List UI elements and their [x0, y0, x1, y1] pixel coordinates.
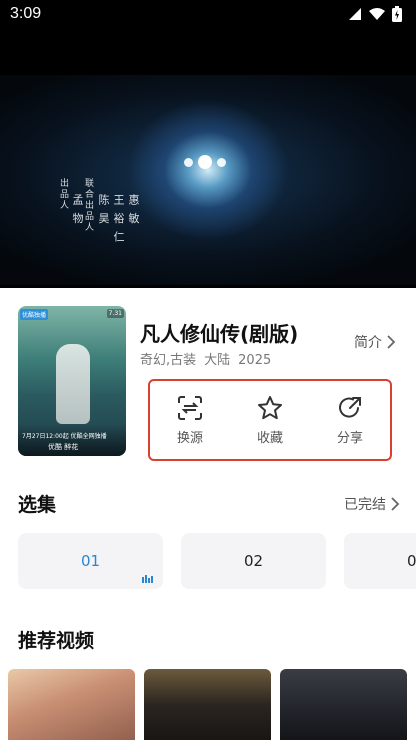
episode-item-03[interactable]: 03 — [344, 533, 416, 589]
favorite-button[interactable]: 收藏 — [235, 394, 305, 446]
region-tag: 大陆 — [204, 353, 231, 368]
intro-link[interactable]: 简介 — [354, 332, 396, 352]
share-label: 分享 — [336, 431, 363, 446]
intro-label: 简介 — [354, 335, 382, 351]
show-poster[interactable]: 优酷独播 7.31 7月27日12:00起 优酷全网独播 优酷 醉花 — [18, 306, 126, 456]
loading-indicator — [184, 155, 226, 169]
cast-credit: 联合出品人 — [83, 178, 93, 233]
action-bar: 换源 收藏 分享 — [148, 379, 392, 461]
chevron-right-icon — [391, 497, 400, 511]
episodes-status-link[interactable]: 已完结 — [344, 494, 400, 514]
poster-figure — [56, 344, 90, 424]
status-bar: 3:09 — [0, 0, 416, 30]
switch-source-button[interactable]: 换源 — [155, 394, 225, 446]
cast-credit: 王 裕 仁 — [112, 194, 125, 244]
poster-badge: 优酷独播 — [20, 309, 49, 320]
recommend-card[interactable] — [8, 669, 135, 740]
chevron-right-icon — [387, 335, 396, 349]
genre-tag: 奇幻,古装 — [140, 353, 197, 368]
star-icon — [258, 396, 282, 420]
episode-list[interactable]: 01 02 03 — [18, 533, 416, 591]
recommend-list[interactable] — [8, 669, 416, 740]
recommend-title: 推荐视频 — [18, 630, 95, 652]
episode-number: 03 — [406, 552, 416, 570]
cast-credit: 惠 敏 — [127, 194, 140, 226]
episode-number: 01 — [80, 552, 101, 570]
show-meta: 奇幻,古装 大陆 2025 — [140, 349, 279, 368]
recommend-card[interactable] — [144, 669, 271, 740]
switch-source-icon — [178, 396, 202, 420]
detail-panel: 优酷独播 7.31 7月27日12:00起 优酷全网独播 优酷 醉花 凡人修仙传… — [0, 288, 416, 740]
share-icon — [339, 397, 361, 418]
favorite-label: 收藏 — [256, 431, 283, 446]
battery-icon — [392, 6, 402, 22]
year-tag: 2025 — [238, 353, 272, 368]
share-button[interactable]: 分享 — [315, 394, 385, 446]
episode-number: 02 — [243, 552, 264, 570]
wifi-icon — [369, 8, 385, 20]
episodes-status: 已完结 — [344, 497, 386, 513]
signal-icon — [349, 8, 361, 20]
now-playing-icon — [142, 575, 153, 583]
poster-brand: 优酷 醉花 — [48, 443, 79, 451]
video-player[interactable]: 出品人 孟 物 联合出品人 陈 昊 王 裕 仁 惠 敏 — [0, 30, 416, 288]
switch-source-label: 换源 — [176, 431, 203, 446]
episode-item-02[interactable]: 02 — [181, 533, 326, 589]
show-title: 凡人修仙传(剧版) — [140, 322, 299, 346]
poster-date-badge: 7.31 — [106, 309, 124, 318]
cast-credit: 陈 昊 — [97, 194, 110, 226]
poster-notice: 7月27日12:00起 优酷全网独播 — [22, 433, 107, 440]
episodes-title: 选集 — [18, 494, 57, 516]
episode-item-01[interactable]: 01 — [18, 533, 163, 589]
status-time: 3:09 — [10, 5, 42, 22]
status-icons — [348, 6, 402, 22]
recommend-card[interactable] — [280, 669, 407, 740]
